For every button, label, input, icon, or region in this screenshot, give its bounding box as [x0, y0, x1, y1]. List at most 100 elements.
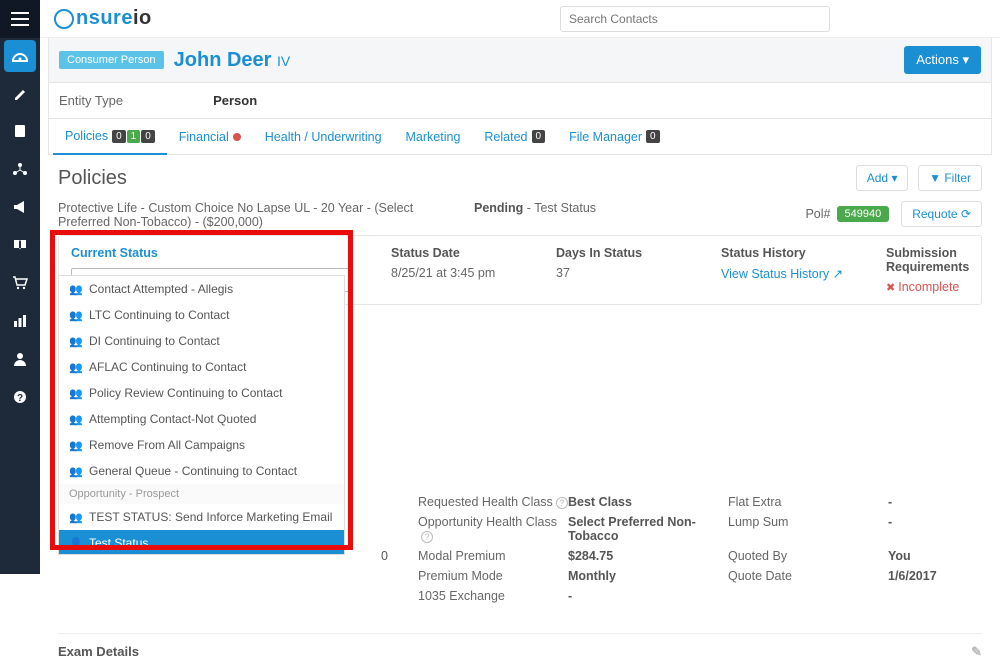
logo: nsureio: [54, 7, 152, 30]
tab-related[interactable]: Related 0: [472, 119, 557, 154]
group-icon: 👥: [69, 387, 81, 400]
contact-icon[interactable]: [0, 112, 40, 150]
group-icon: 👥: [69, 413, 81, 426]
status-option[interactable]: 👥Attempting Contact-Not Quoted: [59, 406, 344, 432]
fe-label: Flat Extra: [728, 495, 888, 509]
tab-health[interactable]: Health / Underwriting: [253, 119, 394, 154]
group-icon: 👥: [69, 465, 81, 478]
status-option[interactable]: 👥General Queue - Continuing to Contact: [59, 458, 344, 484]
mp-value: $284.75: [568, 549, 728, 563]
status-date-label: Status Date: [391, 246, 546, 260]
help-icon[interactable]: ?: [421, 531, 433, 543]
logo-suffix: io: [133, 7, 152, 30]
policy-status: Pending - Test Status: [474, 201, 596, 215]
filter-button[interactable]: ▼ Filter: [918, 165, 982, 191]
pm-value: Monthly: [568, 569, 728, 583]
policy-description: Protective Life - Custom Choice No Lapse…: [58, 201, 458, 229]
person-icon: 👤: [69, 537, 81, 550]
ex-value: -: [568, 589, 728, 603]
status-option[interactable]: 👥AFLAC Continuing to Contact: [59, 354, 344, 380]
announce-icon[interactable]: [0, 188, 40, 226]
entity-row: Entity Type Person: [48, 83, 992, 118]
tab-financial[interactable]: Financial: [167, 119, 253, 154]
status-dropdown[interactable]: 👥Contact Attempted - Allegis 👥LTC Contin…: [58, 275, 345, 555]
group-icon: 👥: [69, 283, 81, 296]
ls-value: -: [888, 515, 1000, 543]
svg-text:?: ?: [17, 393, 23, 404]
group-icon: 👥: [69, 309, 81, 322]
ohc-label: Opportunity Health Class?: [418, 515, 568, 543]
person-name: John Deer IV: [174, 49, 291, 72]
fe-value: -: [888, 495, 1000, 509]
alert-dot-icon: [233, 133, 241, 141]
topbar: nsureio: [40, 0, 1000, 38]
status-option[interactable]: 👥LTC Continuing to Contact: [59, 302, 344, 328]
dashboard-icon[interactable]: [4, 40, 36, 72]
qb-value: You: [888, 549, 1000, 563]
group-icon: 👥: [69, 335, 81, 348]
status-history-label: Status History: [721, 246, 876, 260]
pol-label: Pol#: [805, 207, 830, 221]
book-icon[interactable]: [0, 226, 40, 264]
logo-text: nsure: [76, 7, 133, 30]
help-icon[interactable]: ?: [556, 497, 568, 509]
external-link-icon: ↗: [833, 267, 843, 281]
requote-button[interactable]: Requote ⟳: [901, 201, 982, 227]
status-option[interactable]: 👥Contact Attempted - Allegis: [59, 276, 344, 302]
policy-number-badge: 549940: [837, 206, 890, 222]
submission-req-label: Submission Requirements: [886, 246, 969, 274]
cart-icon[interactable]: [0, 264, 40, 302]
add-button[interactable]: Add ▾: [856, 165, 909, 191]
status-date-value: 8/25/21 at 3:45 pm: [391, 266, 546, 280]
edit-icon[interactable]: [0, 74, 40, 112]
status-option[interactable]: 👥TEST STATUS: Send Inforce Marketing Ema…: [59, 504, 344, 530]
user-icon[interactable]: [0, 340, 40, 378]
rhc-value: Best Class: [568, 495, 728, 509]
consumer-badge: Consumer Person: [59, 51, 164, 69]
search-input[interactable]: [560, 6, 830, 32]
status-option[interactable]: 👥Remove From All Campaigns: [59, 432, 344, 458]
qd-label: Quote Date: [728, 569, 888, 583]
current-status-label: Current Status: [71, 246, 381, 260]
group-icon: 👥: [69, 361, 81, 374]
status-option[interactable]: 👥Policy Review Continuing to Contact: [59, 380, 344, 406]
ohc-value: Select Preferred Non-Tobacco: [568, 515, 728, 543]
policies-title: Policies: [58, 167, 127, 190]
days-in-status-label: Days In Status: [556, 246, 711, 260]
days-in-status-value: 37: [556, 266, 711, 280]
rhc-label: Requested Health Class?: [418, 495, 568, 509]
status-option-selected[interactable]: 👤Test Status: [59, 530, 344, 555]
org-icon[interactable]: [0, 150, 40, 188]
tabs: Policies 0 1 0 Financial Health / Underw…: [48, 118, 992, 155]
pm-label: Premium Mode: [418, 569, 568, 583]
caret-down-icon: ▾: [962, 52, 969, 67]
tab-filemanager[interactable]: File Manager 0: [557, 119, 672, 154]
ex-label: 1035 Exchange: [418, 589, 568, 603]
person-header: Consumer Person John Deer IV Actions ▾: [48, 38, 992, 83]
logo-circle-icon: [54, 9, 74, 29]
submission-req-value[interactable]: Incomplete: [886, 280, 969, 294]
chart-icon[interactable]: [0, 302, 40, 340]
status-option[interactable]: 👥DI Continuing to Contact: [59, 328, 344, 354]
tab-marketing[interactable]: Marketing: [394, 119, 473, 154]
tab-policies[interactable]: Policies 0 1 0: [53, 119, 167, 155]
exam-details-header: Exam Details ✎: [58, 633, 982, 660]
help-icon[interactable]: ?: [0, 378, 40, 416]
entity-type-value: Person: [213, 93, 257, 108]
edit-pencil-icon[interactable]: ✎: [971, 644, 982, 660]
qb-label: Quoted By: [728, 549, 888, 563]
ls-label: Lump Sum: [728, 515, 888, 543]
mp-label: Modal Premium: [418, 549, 568, 563]
group-icon: 👥: [69, 439, 81, 452]
view-status-history-link[interactable]: View Status History ↗: [721, 266, 876, 281]
policies-header: Policies Add ▾ ▼ Filter: [58, 165, 982, 191]
group-icon: 👥: [69, 511, 81, 524]
actions-button[interactable]: Actions ▾: [904, 46, 981, 74]
entity-type-label: Entity Type: [59, 93, 123, 108]
filter-icon: ▼: [929, 171, 941, 185]
qd-value: 1/6/2017: [888, 569, 1000, 583]
status-group-label: Opportunity - Prospect: [59, 484, 344, 504]
menu-icon[interactable]: [0, 0, 40, 38]
policy-summary: Protective Life - Custom Choice No Lapse…: [58, 201, 982, 229]
left-sidebar: ?: [0, 0, 40, 574]
